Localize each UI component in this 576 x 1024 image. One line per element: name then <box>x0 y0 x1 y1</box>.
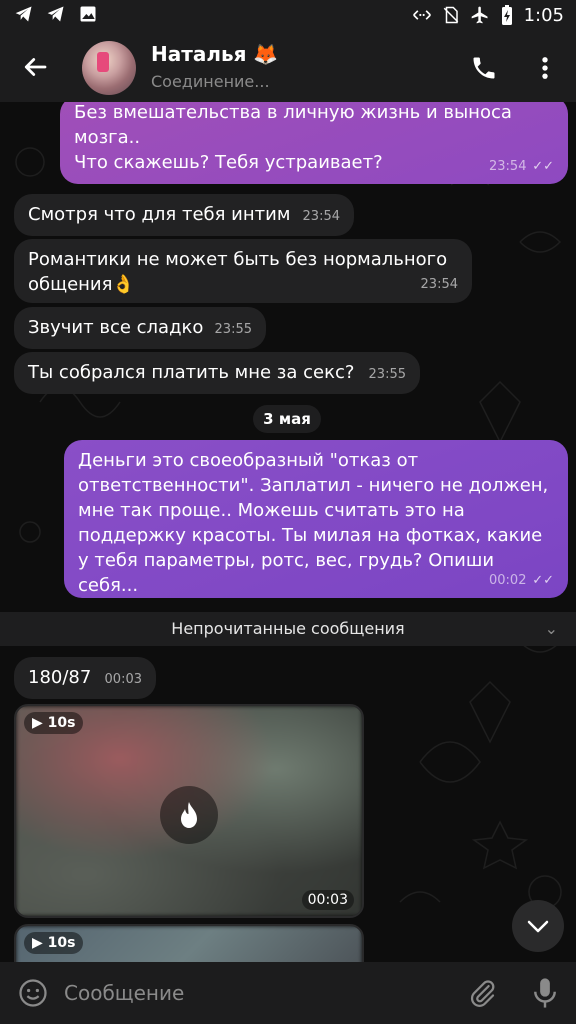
video-duration: 10s <box>47 935 76 951</box>
unread-separator: Непрочитанные сообщения ⌄ <box>0 612 576 646</box>
emoji-icon[interactable] <box>18 978 48 1008</box>
message-input[interactable]: Сообщение <box>64 981 184 1005</box>
telegram-icon <box>15 6 32 22</box>
message-text-line: Без вмешательства в личную жизнь и вынос… <box>74 102 512 123</box>
more-vertical-icon[interactable] <box>534 54 556 82</box>
image-icon <box>80 6 96 22</box>
message-incoming[interactable]: Романтики не может быть без нормального … <box>14 239 472 303</box>
paperclip-icon[interactable] <box>468 978 498 1008</box>
data-saver-icon <box>412 10 431 20</box>
phone-icon[interactable] <box>470 54 498 82</box>
message-outgoing[interactable]: Деньги это своеобразный "отказ от ответс… <box>64 440 568 598</box>
chevron-down-icon[interactable]: ⌄ <box>545 612 558 646</box>
message-time: 23:55 <box>368 367 406 382</box>
message-incoming[interactable]: 180/87 00:03 <box>14 657 156 699</box>
video-time: 00:03 <box>301 890 354 910</box>
unread-separator-label: Непрочитанные сообщения <box>171 619 405 638</box>
message-text-line: у тебя параметры, ротс, вес, грудь? Опиш… <box>78 550 495 596</box>
message-text: Смотря что для тебя интим <box>28 204 291 225</box>
message-time: 23:55 <box>214 322 252 337</box>
message-text: Звучит все сладко <box>28 317 204 338</box>
video-duration-badge: ▶ 10s <box>24 712 84 734</box>
chevron-down-icon <box>527 920 549 933</box>
message-time: 23:54 <box>302 209 340 224</box>
contact-name[interactable]: Наталья 🦊 <box>151 42 278 66</box>
video-duration-badge: ▶ 10s <box>24 932 84 954</box>
double-check-icon: ✓✓ <box>532 159 554 174</box>
chat-area[interactable]: Без вмешательства в личную жизнь и вынос… <box>0 102 576 962</box>
video-duration: 10s <box>47 715 76 731</box>
connection-status: Соединение... <box>151 72 270 91</box>
date-separator: 3 мая <box>253 405 321 433</box>
message-text-line: Что скажешь? Тебя устраивает? <box>74 152 383 173</box>
message-text-line: мне так проще.. Можешь считать это на <box>78 500 465 521</box>
message-time: 23:54 <box>489 159 527 174</box>
no-sim-icon <box>443 6 458 24</box>
fire-icon[interactable] <box>160 786 218 844</box>
message-time: 00:02 <box>489 573 527 588</box>
status-time: 1:05 <box>523 4 564 26</box>
message-text-line: общения👌 <box>28 274 135 295</box>
message-text-line: поддержку красоты. Ты милая на фотках, к… <box>78 525 543 546</box>
avatar[interactable] <box>82 41 136 95</box>
message-incoming[interactable]: Ты собрался платить мне за секс? 23:55 <box>14 352 420 394</box>
double-check-icon: ✓✓ <box>532 573 554 588</box>
battery-charging-icon <box>501 5 512 25</box>
message-text: 180/87 <box>28 667 92 688</box>
message-incoming[interactable]: Звучит все сладко 23:55 <box>14 307 266 349</box>
video-message[interactable]: ▶ 10s <box>14 924 364 962</box>
message-time: 23:54 <box>420 277 458 292</box>
video-message[interactable]: ▶ 10s 00:03 <box>14 704 364 918</box>
message-text-line: ответственности". Заплатил - ничего не д… <box>78 475 549 496</box>
message-outgoing[interactable]: Без вмешательства в личную жизнь и вынос… <box>60 102 568 184</box>
message-text: Ты собрался платить мне за секс? <box>28 362 355 383</box>
chat-header: Наталья 🦊 Соединение... <box>0 32 576 102</box>
microphone-icon[interactable] <box>530 976 560 1010</box>
telegram-icon <box>47 6 64 22</box>
message-time: 00:03 <box>104 672 142 687</box>
scroll-down-button[interactable] <box>512 900 564 952</box>
message-incoming[interactable]: Смотря что для тебя интим 23:54 <box>14 194 354 236</box>
message-text-line: Деньги это своеобразный "отказ от <box>78 450 419 471</box>
message-text-line: Романтики не может быть без нормального <box>28 249 448 270</box>
airplane-icon <box>471 6 488 24</box>
status-bar: 1:05 <box>0 0 576 32</box>
message-text-line: мозга.. <box>74 127 141 148</box>
back-arrow-icon[interactable] <box>20 52 50 82</box>
message-input-bar: Сообщение <box>0 962 576 1024</box>
